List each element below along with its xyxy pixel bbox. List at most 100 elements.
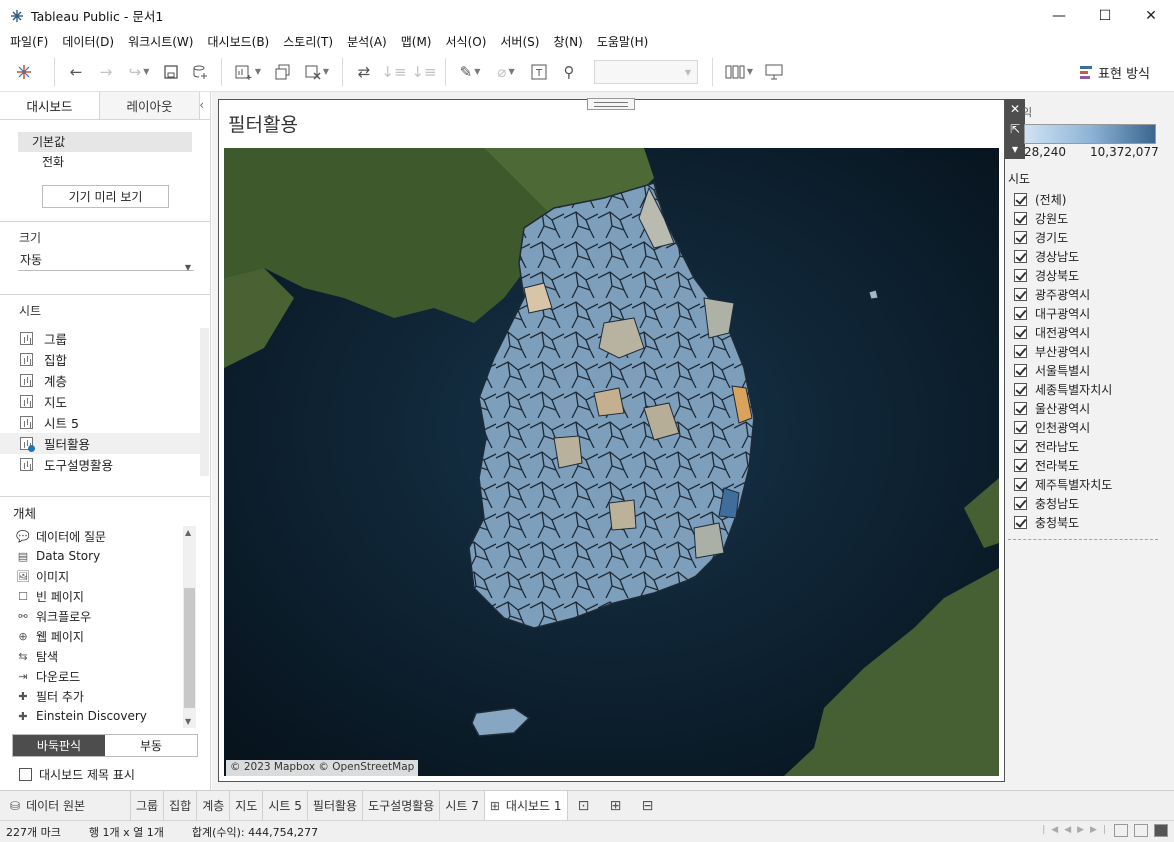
pin-axes-icon[interactable]: ⚲ bbox=[554, 52, 584, 92]
filter-item[interactable]: 광주광역시 bbox=[1014, 285, 1112, 304]
object-workflow[interactable]: ⚯ 워크플로우 bbox=[0, 606, 182, 626]
new-worksheet-tab-icon[interactable]: ⊡ bbox=[568, 791, 600, 820]
sheet-item-group[interactable]: 그룹 bbox=[0, 328, 200, 349]
filter-item[interactable]: 충청남도 bbox=[1014, 494, 1112, 513]
tabs-view-icon[interactable] bbox=[1154, 824, 1168, 837]
sheet-item-tooltip[interactable]: 도구설명활용 bbox=[0, 454, 200, 475]
filter-item[interactable]: 충청북도 bbox=[1014, 513, 1112, 532]
tab-sheet-map[interactable]: 지도 bbox=[230, 791, 264, 820]
object-image[interactable]: 🖼 이미지 bbox=[0, 566, 182, 586]
district-highlight[interactable] bbox=[553, 435, 583, 469]
sheet-item-hierarchy[interactable]: 계층 bbox=[0, 370, 200, 391]
more-options-icon[interactable]: ▾ bbox=[1005, 139, 1025, 159]
group-members-icon[interactable]: ⌀ ▼ bbox=[488, 52, 524, 92]
object-data-story[interactable]: ▤ Data Story bbox=[0, 546, 182, 566]
new-story-tab-icon[interactable]: ⊟ bbox=[632, 791, 664, 820]
tab-data-source[interactable]: ⛁ 데이터 원본 bbox=[0, 791, 131, 820]
tab-layout[interactable]: 레이아웃 bbox=[100, 92, 200, 119]
tab-dashboard-1[interactable]: ⊞ 대시보드 1 bbox=[484, 791, 568, 820]
sheet-sorter-icon[interactable] bbox=[1114, 824, 1128, 837]
menu-dashboard[interactable]: 대시보드(B) bbox=[201, 33, 275, 50]
filter-item[interactable]: 부산광역시 bbox=[1014, 342, 1112, 361]
map-attribution[interactable]: © 2023 Mapbox © OpenStreetMap bbox=[226, 760, 419, 776]
tab-sheet-tooltip[interactable]: 도구설명활용 bbox=[363, 791, 441, 820]
tab-sheet-hierarchy[interactable]: 계층 bbox=[197, 791, 231, 820]
floating-option[interactable]: 부동 bbox=[105, 735, 197, 756]
tab-sheet-5[interactable]: 시트 5 bbox=[263, 791, 308, 820]
tab-sheet-group[interactable]: 그룹 bbox=[131, 791, 165, 820]
tableau-home-icon[interactable] bbox=[0, 52, 48, 92]
object-navigation[interactable]: ⇆ 탐색 bbox=[0, 646, 182, 666]
filter-item[interactable]: 전라북도 bbox=[1014, 456, 1112, 475]
show-mark-labels-icon[interactable]: T bbox=[524, 52, 554, 92]
scroll-thumb[interactable] bbox=[184, 588, 195, 708]
device-default[interactable]: 기본값 bbox=[18, 132, 192, 152]
filter-item[interactable]: 경상남도 bbox=[1014, 247, 1112, 266]
filter-item[interactable]: 경상북도 bbox=[1014, 266, 1112, 285]
filmstrip-icon[interactable] bbox=[1134, 824, 1148, 837]
new-data-source-icon[interactable] bbox=[185, 52, 215, 92]
show-title-checkbox[interactable]: 대시보드 제목 표시 bbox=[19, 766, 135, 783]
size-select[interactable]: 자동 ▼ bbox=[18, 249, 194, 272]
device-preview-button[interactable]: 기기 미리 보기 bbox=[42, 185, 169, 208]
duplicate-sheet-icon[interactable] bbox=[268, 52, 298, 92]
filter-item[interactable]: 대구광역시 bbox=[1014, 304, 1112, 323]
highlight-icon[interactable]: ✎ ▼ bbox=[452, 52, 488, 92]
district-highlight[interactable] bbox=[693, 522, 725, 559]
tiled-option[interactable]: 바둑판식 bbox=[13, 735, 105, 756]
sheet-item-set[interactable]: 집합 bbox=[0, 349, 200, 370]
replay-icon[interactable]: ↪ ▼ bbox=[121, 52, 157, 92]
undo-icon[interactable]: ← bbox=[61, 52, 91, 92]
redo-icon[interactable]: → bbox=[91, 52, 121, 92]
show-me-button[interactable]: 표현 방식 bbox=[1080, 52, 1150, 92]
presentation-mode-icon[interactable] bbox=[759, 52, 789, 92]
object-web-page[interactable]: ⊕ 웹 페이지 bbox=[0, 626, 182, 646]
filter-item[interactable]: 세종특별자치시 bbox=[1014, 380, 1112, 399]
filter-item[interactable]: 서울특별시 bbox=[1014, 361, 1112, 380]
district-highlight[interactable] bbox=[608, 499, 637, 531]
filter-item[interactable]: 울산광역시 bbox=[1014, 399, 1112, 418]
district-highlight[interactable] bbox=[703, 297, 735, 339]
minimize-button[interactable]: — bbox=[1036, 0, 1082, 31]
fit-select[interactable]: ▼ bbox=[594, 59, 698, 84]
go-to-sheet-icon[interactable]: ⇱ bbox=[1005, 119, 1025, 139]
maximize-button[interactable]: ☐ bbox=[1082, 0, 1128, 31]
sheet-list-scrollbar[interactable] bbox=[200, 328, 209, 476]
collapse-pane-icon[interactable]: ‹ bbox=[199, 98, 204, 112]
menu-file[interactable]: 파일(F) bbox=[4, 33, 54, 50]
menu-analysis[interactable]: 분석(A) bbox=[341, 33, 393, 50]
menu-format[interactable]: 서식(O) bbox=[440, 33, 493, 50]
district-highlight[interactable] bbox=[593, 387, 625, 417]
object-download[interactable]: ⇥ 다운로드 bbox=[0, 666, 182, 686]
menu-worksheet[interactable]: 워크시트(W) bbox=[122, 33, 199, 50]
menu-server[interactable]: 서버(S) bbox=[494, 33, 545, 50]
tab-sheet-set[interactable]: 집합 bbox=[164, 791, 198, 820]
scroll-down-icon[interactable]: ▼ bbox=[185, 717, 191, 726]
filter-item[interactable]: 인천광역시 bbox=[1014, 418, 1112, 437]
sheet-item-map[interactable]: 지도 bbox=[0, 391, 200, 412]
filter-item-all[interactable]: (전체) bbox=[1014, 190, 1112, 209]
filter-item[interactable]: 경기도 bbox=[1014, 228, 1112, 247]
clear-sheet-icon[interactable]: ▼ bbox=[298, 52, 336, 92]
menu-map[interactable]: 맵(M) bbox=[395, 33, 438, 50]
menu-help[interactable]: 도움말(H) bbox=[591, 33, 655, 50]
menu-window[interactable]: 창(N) bbox=[547, 33, 588, 50]
drag-handle[interactable] bbox=[587, 98, 635, 110]
sheet-navigation-icon[interactable]: |◀◀▶▶| bbox=[1042, 825, 1112, 835]
presentation-toggle-icon[interactable]: ▼ bbox=[719, 52, 759, 92]
tab-sheet-7[interactable]: 시트 7 bbox=[440, 791, 485, 820]
object-ask-data[interactable]: 💬 데이터에 질문 bbox=[0, 526, 182, 546]
scroll-up-icon[interactable]: ▲ bbox=[185, 528, 191, 537]
choropleth-map[interactable] bbox=[224, 148, 999, 776]
swap-rows-columns-icon[interactable]: ⇄ bbox=[349, 52, 379, 92]
tab-sheet-filter[interactable]: 필터활용 bbox=[308, 791, 364, 820]
filter-item[interactable]: 제주특별자치도 bbox=[1014, 475, 1112, 494]
object-blank[interactable]: ☐ 빈 페이지 bbox=[0, 586, 182, 606]
sheet-item-filter[interactable]: 필터활용 bbox=[0, 433, 200, 454]
filter-item[interactable]: 강원도 bbox=[1014, 209, 1112, 228]
sort-descending-icon[interactable]: ↓≡ bbox=[409, 52, 439, 92]
region-ulleung[interactable] bbox=[868, 289, 879, 300]
sheet-item-sheet5[interactable]: 시트 5 bbox=[0, 412, 200, 433]
sort-ascending-icon[interactable]: ↓≡ bbox=[379, 52, 409, 92]
tab-dashboard[interactable]: 대시보드 bbox=[0, 92, 100, 119]
